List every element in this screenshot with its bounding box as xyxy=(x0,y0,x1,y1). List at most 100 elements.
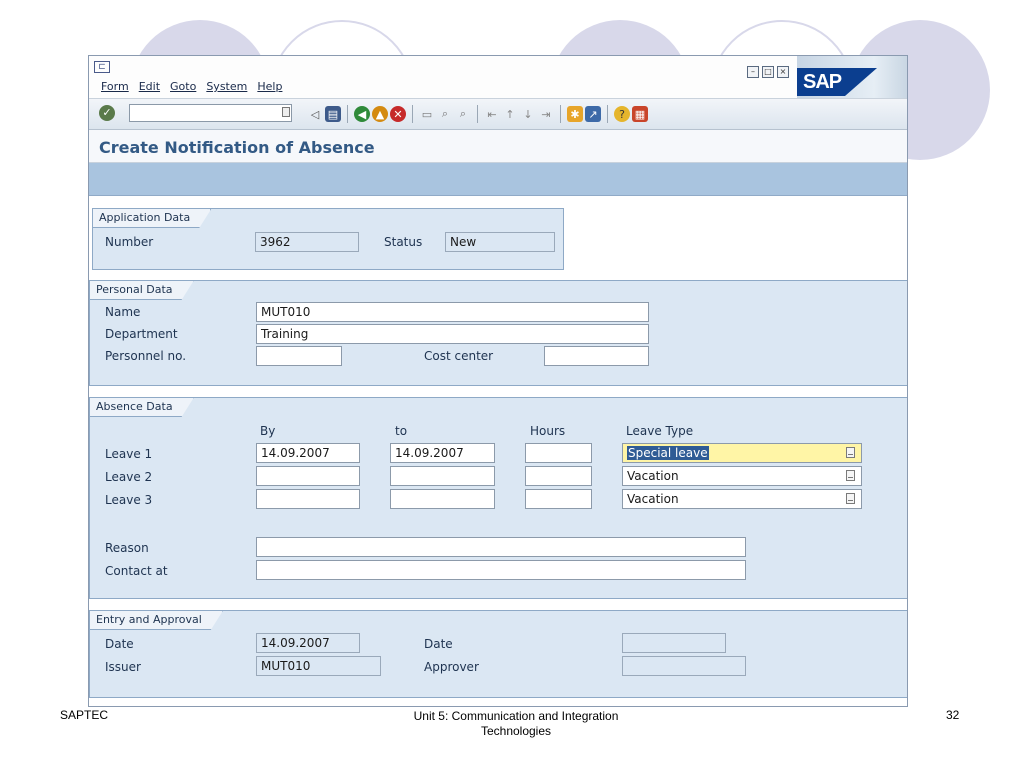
approval-date-field xyxy=(622,633,726,653)
form-content: Application Data Number 3962 Status New … xyxy=(89,196,907,706)
approval-date-label: Date xyxy=(424,637,453,651)
department-field[interactable]: Training xyxy=(256,324,649,344)
reason-field[interactable] xyxy=(256,537,746,557)
entry-approval-group: Entry and Approval Date 14.09.2007 Date … xyxy=(89,610,907,698)
first-page-icon[interactable]: ⇤ xyxy=(484,106,500,122)
cost-center-label: Cost center xyxy=(424,349,494,363)
entry-approval-title: Entry and Approval xyxy=(90,611,223,630)
leave-3-hours-field[interactable] xyxy=(525,489,592,509)
enter-icon[interactable]: ✓ xyxy=(99,105,115,121)
name-label: Name xyxy=(105,305,141,319)
exit-icon[interactable]: ▲ xyxy=(372,106,388,122)
number-label: Number xyxy=(105,235,154,249)
sap-window: ⊏ Form Edit Goto System Help – □ × SAP ✓… xyxy=(88,55,908,707)
leave-3-leave-type-value: Vacation xyxy=(627,492,679,506)
close-icon[interactable]: × xyxy=(777,66,789,78)
cost-center-field[interactable] xyxy=(544,346,649,366)
standard-toolbar: ✓ ◁ ▤ ◀ ▲ ✕ ▭ ⌕ ⌕ ⇤ ↑ ↓ ⇥ ✱ ↗ ? ▦ xyxy=(89,99,907,130)
application-toolbar xyxy=(89,163,907,196)
find-next-icon[interactable]: ⌕ xyxy=(455,106,471,122)
absence-data-group: Absence Data By to Hours Leave Type Leav… xyxy=(89,397,907,599)
leave-2-by-field[interactable] xyxy=(256,466,360,486)
toolbar-separator xyxy=(560,105,561,123)
menu-help[interactable]: Help xyxy=(257,80,282,93)
contact-at-field[interactable] xyxy=(256,560,746,580)
help-icon[interactable]: ? xyxy=(614,106,630,122)
toolbar-separator xyxy=(347,105,348,123)
footer-center-text: Unit 5: Communication and Integration Te… xyxy=(366,709,666,739)
reason-label: Reason xyxy=(105,541,149,555)
to-column-header: to xyxy=(395,424,408,438)
window-controls: – □ × xyxy=(747,66,789,78)
maximize-icon[interactable]: □ xyxy=(762,66,774,78)
by-column-header: By xyxy=(260,424,276,438)
issuer-label: Issuer xyxy=(105,660,141,674)
leave-1-leave-type-select[interactable]: Special leave xyxy=(622,443,862,463)
shortcut-icon[interactable]: ↗ xyxy=(585,106,601,122)
sap-logo-text: SAP xyxy=(803,71,842,93)
command-history-icon[interactable] xyxy=(282,107,290,117)
leave-3-label: Leave 3 xyxy=(105,493,153,507)
next-page-icon[interactable]: ↓ xyxy=(520,106,536,122)
issuer-field: MUT010 xyxy=(256,656,381,676)
application-data-title: Application Data xyxy=(93,209,211,228)
cancel-icon[interactable]: ✕ xyxy=(390,106,406,122)
menu-bar: ⊏ Form Edit Goto System Help – □ × SAP xyxy=(89,56,907,99)
personnel-number-field[interactable] xyxy=(256,346,342,366)
menu-goto[interactable]: Goto xyxy=(170,80,196,93)
minimize-icon[interactable]: – xyxy=(747,66,759,78)
personal-data-group: Personal Data Name MUT010 Department Tra… xyxy=(89,280,907,386)
leave-1-by-field[interactable]: 14.09.2007 xyxy=(256,443,360,463)
page-number: 32 xyxy=(946,708,960,722)
dropdown-icon[interactable] xyxy=(846,470,855,481)
title-bar: Create Notification of Absence xyxy=(89,130,907,163)
previous-page-icon[interactable]: ↑ xyxy=(502,106,518,122)
toolbar-icons: ◁ ▤ ◀ ▲ ✕ ▭ ⌕ ⌕ ⇤ ↑ ↓ ⇥ ✱ ↗ ? ▦ xyxy=(307,105,648,123)
page-title: Create Notification of Absence xyxy=(99,138,375,157)
hours-column-header: Hours xyxy=(530,424,566,438)
dropdown-icon[interactable] xyxy=(846,493,855,504)
leave-type-column-header: Leave Type xyxy=(626,424,694,438)
menu-form[interactable]: Form xyxy=(101,80,129,93)
layout-icon[interactable]: ▦ xyxy=(632,106,648,122)
find-icon[interactable]: ⌕ xyxy=(437,106,453,122)
leave-1-to-field[interactable]: 14.09.2007 xyxy=(390,443,495,463)
personnel-number-label: Personnel no. xyxy=(105,349,187,363)
leave-3-leave-type-select[interactable]: Vacation xyxy=(622,489,862,509)
status-field: New xyxy=(445,232,555,252)
footer-center-line-2: Technologies xyxy=(480,724,552,738)
entry-date-label: Date xyxy=(105,637,134,651)
back-arrow-icon[interactable]: ◀ xyxy=(354,106,370,122)
save-icon[interactable]: ▤ xyxy=(325,106,341,122)
menu-edit[interactable]: Edit xyxy=(139,80,160,93)
create-session-icon[interactable]: ✱ xyxy=(567,106,583,122)
name-field[interactable]: MUT010 xyxy=(256,302,649,322)
department-label: Department xyxy=(105,327,178,341)
approver-field xyxy=(622,656,746,676)
footer-center-line-1: Unit 5: Communication and Integration xyxy=(413,709,619,723)
number-field: 3962 xyxy=(255,232,359,252)
last-page-icon[interactable]: ⇥ xyxy=(538,106,554,122)
sap-logo: SAP xyxy=(797,56,907,98)
toolbar-separator xyxy=(477,105,478,123)
leave-3-by-field[interactable] xyxy=(256,489,360,509)
command-field[interactable] xyxy=(129,104,292,122)
window-menu-icon[interactable]: ⊏ xyxy=(94,61,110,73)
menu-system[interactable]: System xyxy=(206,80,247,93)
dropdown-icon[interactable] xyxy=(846,447,855,458)
personal-data-title: Personal Data xyxy=(90,281,194,300)
leave-2-to-field[interactable] xyxy=(390,466,495,486)
contact-at-label: Contact at xyxy=(105,564,168,578)
toolbar-separator xyxy=(412,105,413,123)
approver-label: Approver xyxy=(424,660,479,674)
sap-logo-mark: SAP xyxy=(797,68,877,96)
leave-2-leave-type-select[interactable]: Vacation xyxy=(622,466,862,486)
absence-data-title: Absence Data xyxy=(90,398,194,417)
leave-2-hours-field[interactable] xyxy=(525,466,592,486)
menu-list: Form Edit Goto System Help xyxy=(101,80,282,93)
leave-3-to-field[interactable] xyxy=(390,489,495,509)
entry-date-field: 14.09.2007 xyxy=(256,633,360,653)
print-icon[interactable]: ▭ xyxy=(419,106,435,122)
leave-1-hours-field[interactable] xyxy=(525,443,592,463)
back-icon[interactable]: ◁ xyxy=(307,106,323,122)
